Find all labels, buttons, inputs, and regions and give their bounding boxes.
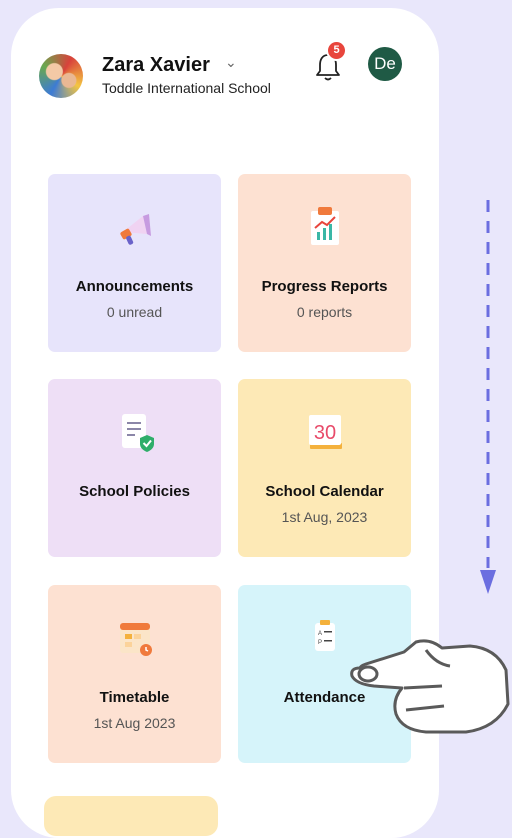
megaphone-icon <box>119 214 151 245</box>
chevron-down-icon[interactable]: ⌄ <box>225 54 237 71</box>
school-name: Toddle International School <box>102 80 271 96</box>
next-card-peek[interactable] <box>44 796 218 836</box>
announcements-subtitle: 0 unread <box>106 304 163 320</box>
announcements-card[interactable]: Announcements 0 unread <box>48 174 221 352</box>
calendar-day: 30 <box>313 422 335 444</box>
timetable-card[interactable]: Timetable 1st Aug 2023 <box>48 585 221 763</box>
notification-badge: 5 <box>328 42 345 59</box>
tap-hand-icon <box>350 639 510 734</box>
school-calendar-subtitle: 1st Aug, 2023 <box>281 509 368 525</box>
timetable-title: Timetable <box>99 689 170 706</box>
timetable-icon <box>119 623 152 656</box>
svg-text:A: A <box>318 631 322 637</box>
calendar-icon: 30 <box>308 415 342 449</box>
school-calendar-card[interactable]: 30 School Calendar 1st Aug, 2023 <box>238 379 411 557</box>
progress-reports-subtitle: 0 reports <box>296 304 353 320</box>
progress-reports-title: Progress Reports <box>261 278 388 295</box>
school-calendar-title: School Calendar <box>265 483 384 500</box>
svg-text:P: P <box>318 640 322 646</box>
policy-document-icon <box>121 414 154 452</box>
user-name[interactable]: Zara Xavier <box>102 54 210 77</box>
profile-button[interactable]: De <box>368 47 402 81</box>
app-header: Zara Xavier ⌄ Toddle International Schoo… <box>11 8 439 128</box>
school-policies-title: School Policies <box>79 483 190 500</box>
report-chart-icon <box>310 207 339 245</box>
progress-reports-card[interactable]: Progress Reports 0 reports <box>238 174 411 352</box>
avatar[interactable] <box>39 54 83 98</box>
school-policies-card[interactable]: School Policies <box>48 379 221 557</box>
timetable-subtitle: 1st Aug 2023 <box>93 715 176 731</box>
announcements-title: Announcements <box>75 278 194 295</box>
scroll-down-arrow-icon <box>480 200 496 594</box>
attendance-clipboard-icon: A P <box>314 620 335 651</box>
